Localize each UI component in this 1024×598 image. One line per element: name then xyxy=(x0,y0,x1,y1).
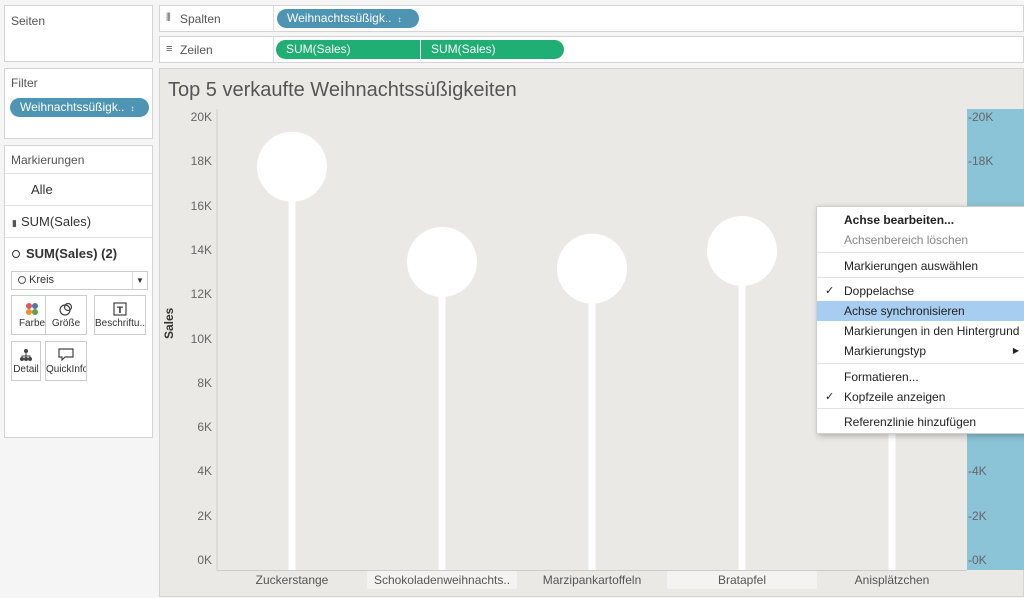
menu-item-label: Markierungen auswählen xyxy=(844,259,979,273)
menu-item[interactable]: Markierungstyp ▶ xyxy=(817,341,1024,361)
menu-separator xyxy=(817,408,1024,409)
rows-pill-2[interactable]: SUM(Sales) xyxy=(421,40,564,59)
svg-text:T: T xyxy=(117,306,124,316)
columns-pill[interactable]: Weihnachtssüßigk.. ↕ xyxy=(277,9,419,28)
menu-item-label: Doppelachse xyxy=(844,284,915,298)
marks-row-sum-sales-2[interactable]: SUM(Sales) (2) xyxy=(5,237,152,269)
menu-item[interactable]: ✓ Kopfzeile anzeigen xyxy=(817,387,1024,407)
menu-item[interactable]: Achse bearbeiten... xyxy=(817,210,1024,230)
menu-item-label: Markierungen in den Hintergrund xyxy=(844,324,1020,338)
speech-bubble-icon xyxy=(46,342,86,364)
lollipop-head[interactable] xyxy=(707,215,777,286)
tooltip-card-label: QuickInfo xyxy=(46,364,86,375)
lollipop-stem[interactable] xyxy=(588,268,596,570)
checkmark-icon: ✓ xyxy=(825,391,835,403)
filter-pill[interactable]: Weihnachtssüßigk.. ↕ xyxy=(10,98,149,117)
text-icon: T xyxy=(95,296,145,318)
rows-shelf[interactable]: ≡ Zeilen SUM(Sales) SUM(Sales) xyxy=(159,36,1024,63)
x-tick-label[interactable]: Anisplätzchen xyxy=(817,571,967,589)
menu-item-label: Achse bearbeiten... xyxy=(844,213,955,227)
columns-shelf[interactable]: ⦀ Spalten Weihnachtssüßigk.. ↕ xyxy=(159,5,1024,32)
lollipop-head[interactable] xyxy=(407,226,477,297)
menu-item-label: Markierungstyp xyxy=(844,344,927,358)
mark-type-dropdown[interactable]: Kreis ▼ xyxy=(11,271,148,290)
marks-row-sum-sales-label: SUM(Sales) xyxy=(20,214,92,229)
circle-icon xyxy=(12,250,20,258)
filter-panel[interactable]: Filter Weihnachtssüßigk.. ↕ xyxy=(4,68,153,139)
marks-row-sum-sales[interactable]: ▮ SUM(Sales) xyxy=(5,205,152,237)
x-tick-label[interactable]: Bratapfel xyxy=(667,571,817,589)
rows-pill-1[interactable]: SUM(Sales) xyxy=(276,40,420,59)
marks-row-all[interactable]: Alle xyxy=(5,173,152,205)
menu-item[interactable]: Markierungen in den Hintergrund xyxy=(817,321,1024,341)
pages-title: Seiten xyxy=(11,14,46,28)
lollipop-stem[interactable] xyxy=(288,166,296,570)
lollipop-head[interactable] xyxy=(257,131,327,202)
lollipop-stem[interactable] xyxy=(738,250,746,570)
rows-icon: ≡ xyxy=(166,43,173,55)
menu-item[interactable]: ✓ Doppelachse xyxy=(817,281,1024,301)
menu-item-label: Referenzlinie hinzufügen xyxy=(844,415,977,429)
circle-icon xyxy=(18,276,26,284)
x-tick-label[interactable]: Marzipankartoffeln xyxy=(517,571,667,589)
marks-panel[interactable]: Markierungen Alle ▮ SUM(Sales) SUM(Sales)… xyxy=(4,145,153,438)
menu-item[interactable]: Achsenbereich löschen xyxy=(817,230,1024,250)
marks-title: Markierungen xyxy=(11,153,85,167)
detail-card[interactable]: Detail xyxy=(11,341,41,381)
pages-panel[interactable]: Seiten xyxy=(4,5,153,62)
marks-row-all-label: Alle xyxy=(31,182,53,197)
tooltip-card[interactable]: QuickInfo xyxy=(45,341,87,381)
axis-context-menu[interactable]: Achse bearbeiten... Achsenbereich löschen… xyxy=(816,206,1024,434)
menu-item[interactable]: Referenzlinie hinzufügen xyxy=(817,412,1024,432)
bar-chart-icon: ▮ xyxy=(12,218,17,228)
columns-pill-label: Weihnachtssüßigk.. xyxy=(287,11,392,25)
rows-label: Zeilen xyxy=(180,43,213,57)
lollipop-head[interactable] xyxy=(557,233,627,304)
x-tick-label[interactable]: Schokoladenweihnachts.. xyxy=(367,571,517,589)
menu-item-label: Kopfzeile anzeigen xyxy=(844,390,946,404)
menu-item-label: Achsenbereich löschen xyxy=(844,233,969,247)
menu-separator xyxy=(817,252,1024,253)
rows-pill-1-label: SUM(Sales) xyxy=(286,42,351,56)
filter-pill-label: Weihnachtssüßigk.. xyxy=(20,100,125,114)
rows-pill-2-label: SUM(Sales) xyxy=(431,42,496,56)
columns-icon: ⦀ xyxy=(166,12,171,24)
sort-icon: ↕ xyxy=(130,104,135,113)
checkmark-icon: ✓ xyxy=(825,285,835,297)
menu-item[interactable]: Achse synchronisieren xyxy=(817,301,1024,321)
chevron-right-icon: ▶ xyxy=(1012,346,1019,355)
size-icon xyxy=(46,296,86,318)
label-card[interactable]: T Beschriftu.. xyxy=(94,295,146,335)
columns-label: Spalten xyxy=(180,12,221,26)
detail-icon xyxy=(12,342,40,364)
filter-title: Filter xyxy=(11,76,38,90)
lollipop-stem[interactable] xyxy=(438,261,446,570)
menu-separator xyxy=(817,363,1024,364)
menu-item[interactable]: Markierungen auswählen xyxy=(817,256,1024,276)
mark-type-label: Kreis xyxy=(29,274,55,286)
size-card-label: Größe xyxy=(51,318,81,329)
menu-item[interactable]: Formatieren... xyxy=(817,367,1024,387)
sort-icon: ↕ xyxy=(397,15,402,24)
menu-separator xyxy=(817,277,1024,278)
size-card[interactable]: Größe xyxy=(45,295,87,335)
detail-card-label: Detail xyxy=(13,364,39,375)
chevron-down-icon: ▼ xyxy=(132,272,147,289)
marks-row-sum-sales-2-label: SUM(Sales) (2) xyxy=(26,246,118,261)
menu-item-label: Formatieren... xyxy=(844,370,919,384)
x-tick-label[interactable]: Zuckerstange xyxy=(217,571,367,589)
menu-item-label: Achse synchronisieren xyxy=(844,304,965,318)
label-card-label: Beschriftu.. xyxy=(95,318,145,329)
